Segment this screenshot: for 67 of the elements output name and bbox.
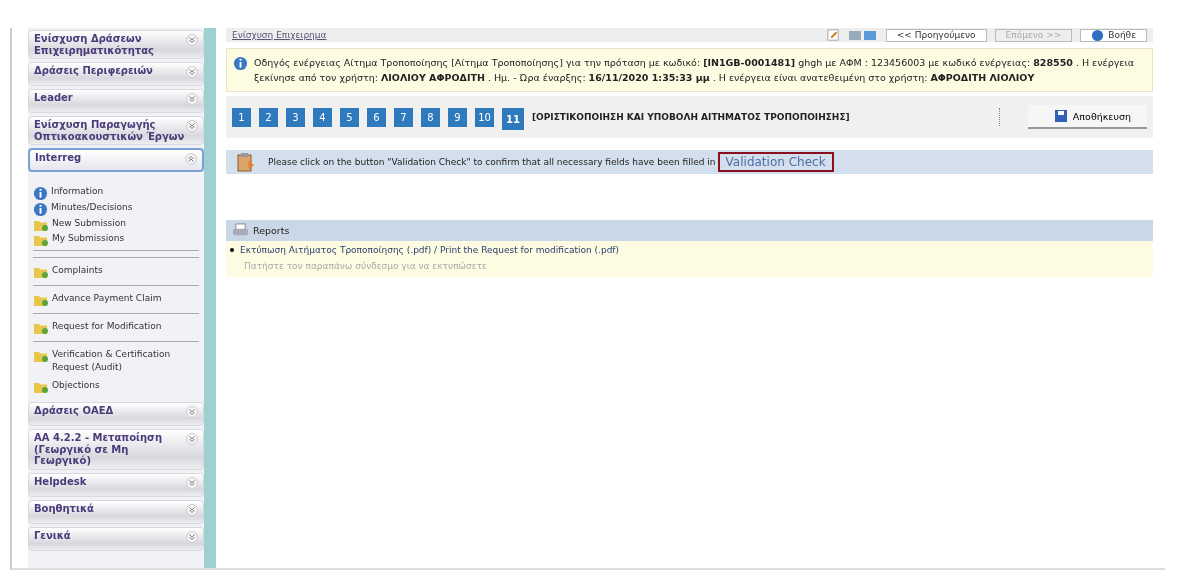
expand-icon[interactable] xyxy=(186,120,198,132)
step-tab[interactable]: 8 xyxy=(421,107,440,127)
step-tab[interactable]: 6 xyxy=(367,107,386,127)
menu-item[interactable]: Verification & Certification Request (Audit) xyxy=(33,345,199,377)
step-tab[interactable]: 11 xyxy=(502,108,524,131)
expand-icon[interactable] xyxy=(186,34,198,46)
notice-text: Οδηγός ενέργειας Αίτημα Τροποποίησης [Αίτημα Τροποποίησης] για την πρόταση με κωδικό: [IN1GB-0001481] ghgh με ΑΦΜ : 123456003 με κωδικό ενέργειας: 828550 . Η ενέργεια ξεκίνησε από τον χρήστη: ΛΙΟΛΙΟΥ ΑΦΡΟΔΙΤΗ . Ημ. - Ώρα έναρξης: 16/11/2020 1:35:33 μμ . Η ενέργεια είναι ανατεθειμένη στο χρήστη: ΑΦΡΟΔΙΤΗ ΛΙΟΛΙΟΥ xyxy=(254,56,1135,86)
section-title: Reports xyxy=(253,225,290,237)
step-tab[interactable]: 10 xyxy=(475,107,494,127)
folder-icon xyxy=(33,293,49,307)
menu-item[interactable]: Advance Payment Claim xyxy=(33,289,199,310)
menu-item[interactable]: Information xyxy=(33,185,199,201)
step-tab[interactable]: 4 xyxy=(313,107,332,127)
expand-icon[interactable] xyxy=(186,530,198,543)
menu-item[interactable]: Complaints xyxy=(33,261,199,282)
step-tab[interactable]: 7 xyxy=(394,107,413,127)
folder-icon xyxy=(33,349,49,363)
expand-icon[interactable] xyxy=(186,93,198,105)
folder-icon xyxy=(33,218,49,232)
save-icon xyxy=(1053,109,1068,124)
folder-icon xyxy=(33,380,49,395)
accordion-header[interactable]: Ενίσχυση Παραγωγής Οπτικοακουστικών Έργων xyxy=(28,116,204,145)
expand-icon[interactable] xyxy=(186,406,198,419)
accordion-header[interactable]: Interreg xyxy=(28,148,204,172)
menu-item[interactable]: My Submissions xyxy=(33,232,199,247)
menu-item[interactable]: Objections xyxy=(33,376,199,398)
step-title: [ΟΡΙΣΤΙΚΟΠΟΙΗΣΗ ΚΑΙ ΥΠΟΒΟΛΗ ΑΙΤΗΜΑΤΟΣ ΤΡΟΠΟΠΟΙΗΣΗΣ] xyxy=(532,112,850,123)
previous-button[interactable]: << Προηγούμενο xyxy=(885,28,987,42)
info-icon xyxy=(233,56,248,71)
expand-icon[interactable] xyxy=(186,476,198,489)
info-icon xyxy=(33,186,48,201)
accordion-header[interactable]: Δράσεις ΟΑΕΔ xyxy=(28,402,204,427)
clipboard-icon xyxy=(236,152,256,173)
accordion-header[interactable]: Ενίσχυση Δράσεων Επιχειρηματικότητας xyxy=(28,30,204,59)
menu-item[interactable]: Minutes/Decisions xyxy=(33,201,199,217)
expand-icon[interactable] xyxy=(186,66,198,78)
breadcrumb-link[interactable]: Ενίσχυση Επιχειρημα xyxy=(232,30,327,40)
report-link[interactable]: Εκτύπωση Αιτήματος Τροποποίησης (.pdf) / Print the Request for modification (.pdf) xyxy=(240,245,620,256)
validation-message: Please click on the button "Validation Check" to confirm that all necessary fields have been filled in xyxy=(268,157,716,168)
step-tab[interactable]: 3 xyxy=(286,107,305,127)
accordion-header[interactable]: Γενικά xyxy=(28,526,204,551)
help-icon xyxy=(1091,28,1105,42)
accordion-header[interactable]: Helpdesk xyxy=(28,472,204,497)
step-tab[interactable]: 5 xyxy=(340,107,359,127)
expand-icon[interactable] xyxy=(186,433,198,446)
bullet-icon xyxy=(230,248,234,253)
accordion-header[interactable]: ΑΑ 4.2.2 - Μεταποίηση (Γεωργικό σε Μη Γεωργικό) xyxy=(28,429,204,470)
menu-item[interactable]: Request for Modification xyxy=(33,317,199,338)
accordion-header[interactable]: Leader xyxy=(28,89,204,113)
collapse-icon[interactable] xyxy=(185,153,197,165)
validation-check-button[interactable]: Validation Check xyxy=(717,152,834,173)
folder-icon xyxy=(33,233,49,247)
info-icon xyxy=(33,202,48,217)
edit-icon[interactable] xyxy=(825,29,840,41)
menu-item[interactable]: New Submission xyxy=(33,217,199,232)
folder-icon xyxy=(33,321,49,335)
expand-icon[interactable] xyxy=(186,503,198,516)
step-tab[interactable]: 2 xyxy=(259,107,278,127)
help-button[interactable]: Βοήθε xyxy=(1080,28,1147,42)
step-tab[interactable]: 1 xyxy=(232,107,251,127)
view-icon[interactable] xyxy=(847,29,878,41)
save-button[interactable]: Αποθήκευση xyxy=(1027,105,1147,130)
accordion-header[interactable]: Βοηθητικά xyxy=(28,499,204,524)
step-tab[interactable]: 9 xyxy=(448,107,467,127)
folder-icon xyxy=(33,265,49,279)
hint-text: Πατήστε τον παραπάνω σύνδεσμο για να εκτυπώσετε xyxy=(243,260,488,272)
accordion-header[interactable]: Δράσεις Περιφερειών xyxy=(28,62,204,86)
